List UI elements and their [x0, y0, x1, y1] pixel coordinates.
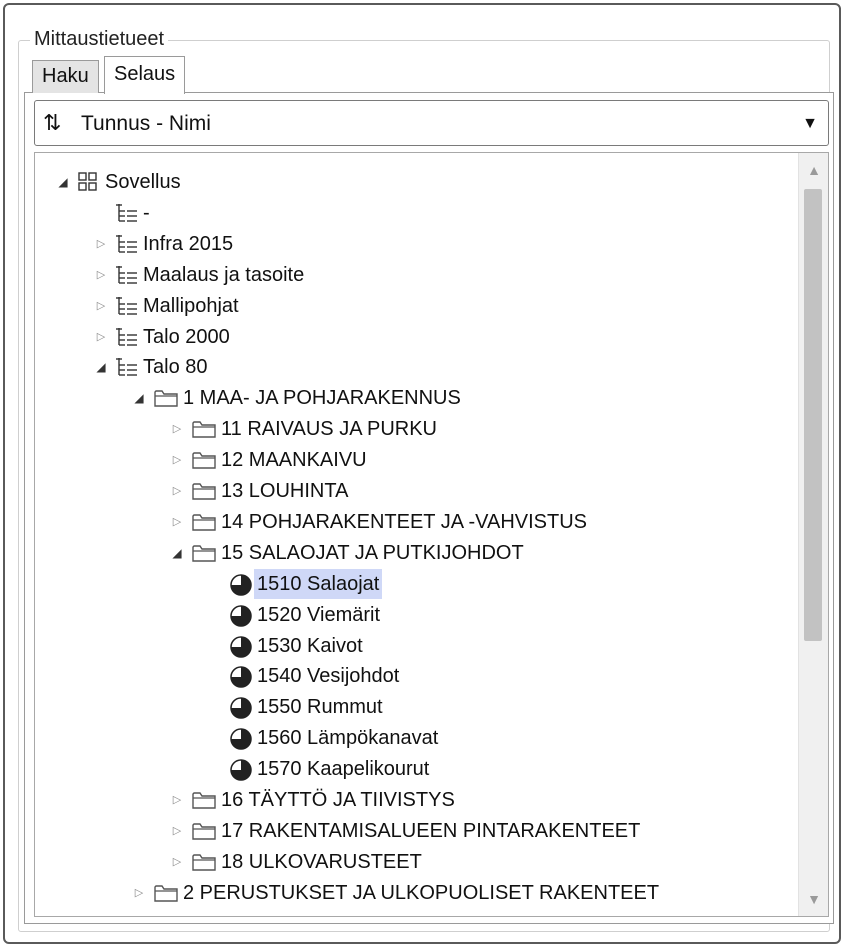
- scroll-down-icon[interactable]: ▼: [799, 884, 828, 914]
- tree-item-label: Infra 2015: [143, 232, 234, 255]
- tree-list-icon: [115, 356, 139, 378]
- pie-icon: [229, 727, 253, 750]
- groupbox-title: Mittaustietueet: [30, 26, 169, 52]
- collapsed-triangle-icon[interactable]: ▷: [93, 322, 109, 352]
- collapsed-triangle-icon[interactable]: ▷: [169, 847, 185, 877]
- tree-list-icon: [115, 233, 139, 255]
- grid-icon: [77, 171, 101, 193]
- expanded-triangle-icon[interactable]: ◢: [131, 383, 147, 413]
- folder-icon: [191, 449, 216, 471]
- collapsed-triangle-icon[interactable]: ▷: [169, 445, 185, 475]
- tree-item-label: Mallipohjat: [143, 294, 239, 317]
- tree-item-label: Talo 2000: [143, 325, 230, 348]
- collapsed-triangle-icon[interactable]: ▷: [93, 291, 109, 321]
- folder-icon: [191, 480, 216, 502]
- tree-item-label: 17 RAKENTAMISALUEEN PINTARAKENTEET: [221, 819, 641, 842]
- sort-order-combobox[interactable]: ⇅ Tunnus - Nimi ▼: [34, 100, 829, 146]
- tree-item-label: 11 RAIVAUS JA PURKU: [221, 418, 437, 441]
- folder-icon: [153, 387, 178, 409]
- tree-item-label: Sovellus: [105, 171, 181, 193]
- tree-item-label: 1560 Lämpökanavat: [257, 727, 439, 750]
- scrollbar-thumb[interactable]: [804, 189, 822, 641]
- folder-icon: [191, 418, 216, 440]
- collapsed-triangle-icon[interactable]: ▷: [131, 878, 147, 908]
- pie-icon: [229, 604, 253, 627]
- tree-list-icon: [115, 326, 139, 348]
- tree-item-label: 18 ULKOVARUSTEET: [221, 850, 422, 873]
- tree-item-label: 15 SALAOJAT JA PUTKIJOHDOT: [221, 541, 524, 564]
- tree-list-icon: [115, 264, 139, 286]
- tree-list-icon: [115, 295, 139, 317]
- expanded-triangle-icon[interactable]: ◢: [169, 538, 185, 568]
- tab-selaus[interactable]: Selaus: [104, 56, 186, 94]
- folder-icon: [191, 542, 216, 564]
- collapsed-triangle-icon[interactable]: ▷: [169, 816, 185, 846]
- tree-item-label: -: [143, 201, 150, 224]
- collapsed-triangle-icon[interactable]: ▷: [169, 476, 185, 506]
- folder-icon: [191, 511, 216, 533]
- tree-item-label: 16 TÄYTTÖ JA TIIVISTYS: [221, 789, 455, 811]
- collapsed-triangle-icon[interactable]: ▷: [93, 229, 109, 259]
- tree-item-label: Talo 80: [143, 356, 208, 379]
- tree-item-label: 1550 Rummut: [257, 696, 383, 719]
- expanded-triangle-icon[interactable]: ◢: [93, 352, 109, 382]
- dropdown-arrow-icon[interactable]: ▼: [802, 110, 818, 138]
- tree-item-label: Maalaus ja tasoite: [143, 263, 305, 286]
- collapsed-triangle-icon[interactable]: ▷: [169, 507, 185, 537]
- folder-icon: [191, 851, 216, 873]
- sort-arrows-icon: ⇅: [43, 110, 62, 135]
- tree-item-label: 1530 Kaivot: [257, 634, 363, 657]
- tree-item-label: 14 POHJARAKENTEET JA -VAHVISTUS: [221, 510, 588, 533]
- tree-item-label: 1510 Salaojat: [254, 568, 383, 599]
- tree-item-label: 1520 Viemärit: [257, 603, 381, 626]
- pie-icon: [229, 758, 253, 781]
- expanded-triangle-icon[interactable]: ◢: [55, 167, 71, 197]
- pie-icon: [229, 635, 253, 658]
- tree-item-label: 13 LOUHINTA: [221, 480, 349, 502]
- collapsed-triangle-icon[interactable]: ▷: [169, 414, 185, 444]
- tree-item-label: 12 MAANKAIVU: [221, 449, 367, 472]
- folder-icon: [191, 820, 216, 842]
- tab-haku[interactable]: Haku: [32, 60, 99, 93]
- tree-item-label: 1540 Vesijohdot: [257, 665, 400, 688]
- pie-icon: [229, 665, 253, 689]
- folder-icon: [191, 789, 216, 811]
- pie-icon: [229, 696, 253, 720]
- tree-item-label: 1570 Kaapelikourut: [257, 758, 430, 781]
- tree-list-icon: [115, 202, 139, 224]
- tree-item-label: 2 PERUSTUKSET JA ULKOPUOLISET RAKENTEET: [183, 881, 660, 904]
- pie-icon: [229, 573, 253, 596]
- tree-view[interactable]: ◢ Sovellus - ▷ Infra 2015 ▷ Maalaus ja tasoite…: [34, 152, 829, 917]
- collapsed-triangle-icon[interactable]: ▷: [169, 785, 185, 815]
- folder-icon: [153, 882, 178, 904]
- collapsed-triangle-icon[interactable]: ▷: [93, 260, 109, 290]
- tree-item-label: 1 MAA- JA POHJARAKENNUS: [183, 387, 461, 410]
- scroll-up-icon[interactable]: ▲: [799, 155, 828, 185]
- vertical-scrollbar[interactable]: ▲ ▼: [798, 153, 828, 916]
- sort-order-value: Tunnus - Nimi: [81, 112, 211, 135]
